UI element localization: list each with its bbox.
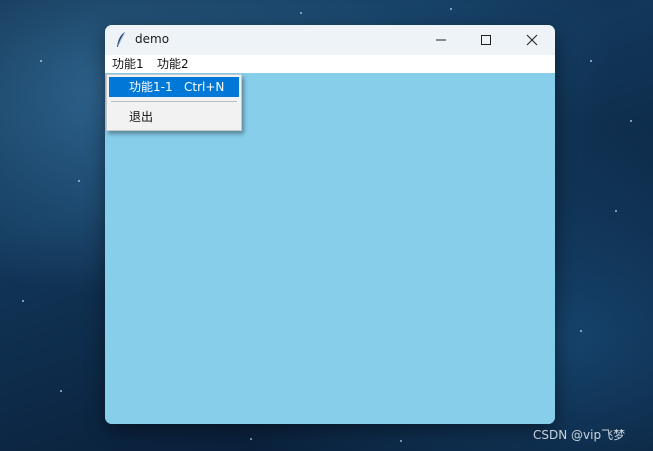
feather-icon — [115, 31, 127, 49]
watermark: CSDN @vip飞梦 — [533, 428, 626, 442]
menu-function2[interactable]: 功能2 — [157, 57, 189, 71]
minimize-button[interactable] — [418, 25, 464, 55]
menu-function1[interactable]: 功能1 — [112, 57, 144, 71]
menu-item-function1-1[interactable]: 功能1-1 Ctrl+N — [109, 77, 239, 97]
close-button[interactable] — [509, 25, 555, 55]
maximize-button[interactable] — [463, 25, 509, 55]
menu-item-exit[interactable]: 退出 — [109, 107, 239, 127]
maximize-icon — [481, 35, 491, 45]
star — [590, 60, 592, 62]
dropdown-menu: 功能1-1 Ctrl+N 退出 — [106, 74, 242, 131]
menu-item-label: 功能1-1 — [129, 80, 173, 94]
star — [300, 12, 302, 14]
close-icon — [526, 34, 538, 46]
menu-item-accelerator: Ctrl+N — [184, 80, 225, 94]
star — [78, 180, 80, 182]
star — [400, 440, 402, 442]
star — [630, 120, 632, 122]
star — [615, 210, 617, 212]
star — [40, 60, 42, 62]
window-title: demo — [135, 32, 170, 46]
title-bar[interactable]: demo — [105, 25, 555, 55]
menu-bar: 功能1 功能2 — [105, 55, 555, 73]
star — [22, 300, 24, 302]
star — [450, 8, 452, 10]
star — [60, 390, 62, 392]
minimize-icon — [436, 39, 446, 41]
menu-separator — [111, 101, 237, 102]
star — [250, 438, 252, 440]
star — [580, 330, 582, 332]
menu-item-label: 退出 — [129, 110, 154, 124]
